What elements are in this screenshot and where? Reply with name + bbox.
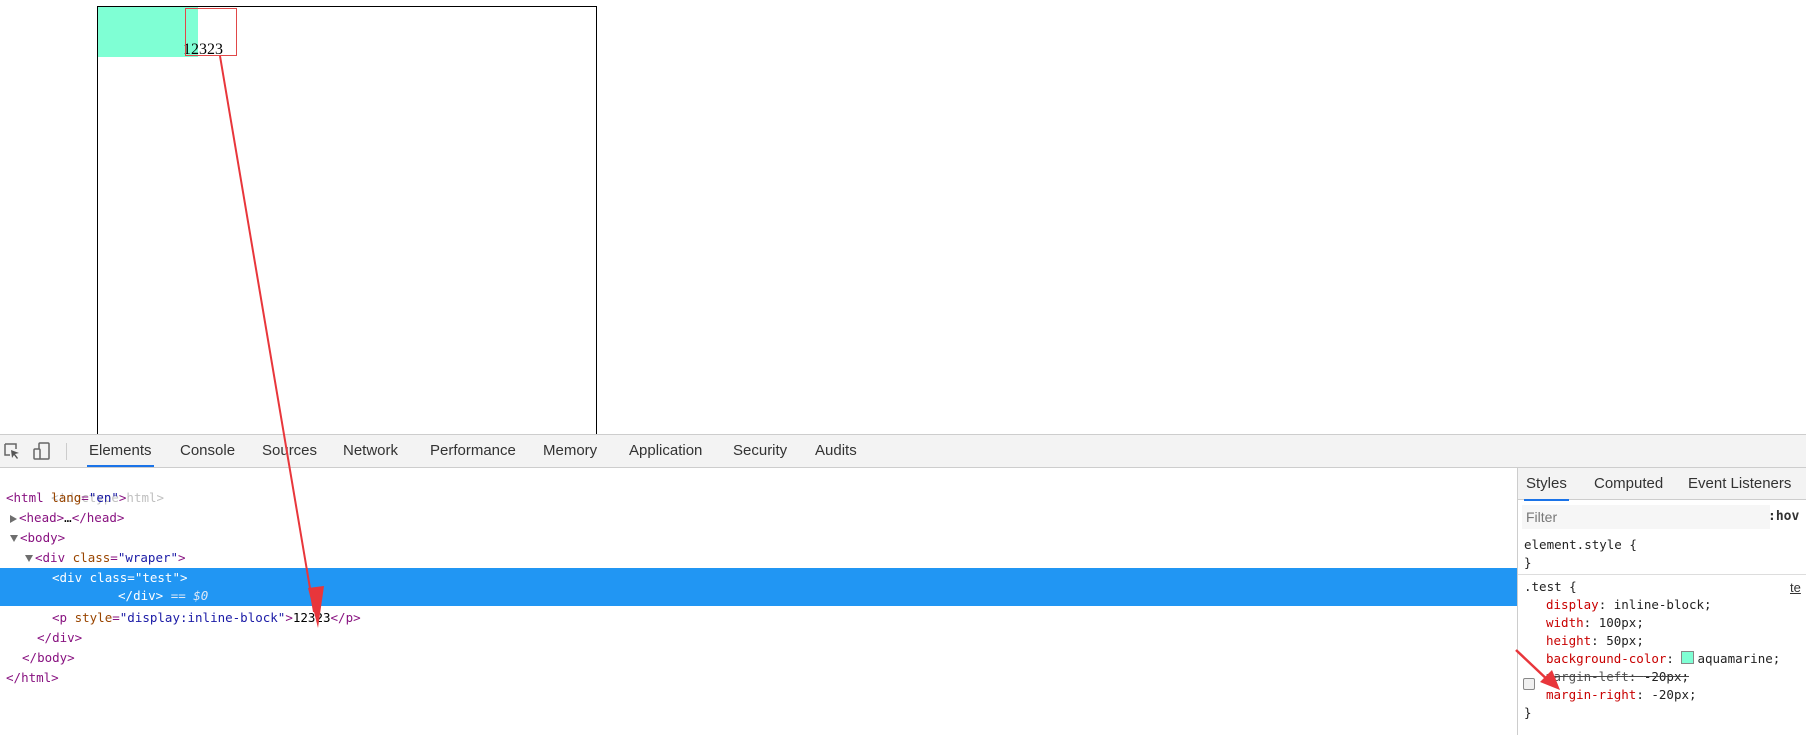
tab-memory[interactable]: Memory <box>541 435 599 467</box>
p-text-node: 12323 <box>292 610 331 625</box>
body-tag-name: body <box>27 530 58 545</box>
tab-network[interactable]: Network <box>341 435 400 467</box>
css-decl-height[interactable]: height: 50px; <box>1546 632 1806 650</box>
tab-computed[interactable]: Computed <box>1592 468 1665 499</box>
p-close-tag-name: p <box>345 610 354 625</box>
class-attr-name: class <box>72 550 111 565</box>
html-lang-value: "en" <box>88 490 119 505</box>
tab-sources[interactable]: Sources <box>260 435 319 467</box>
class-attr-name: class <box>89 570 128 585</box>
test-rule-close-brace: } <box>1524 705 1532 720</box>
inspect-element-icon[interactable] <box>2 441 22 461</box>
dom-node-div-test-close[interactable]: </div> == $0 <box>0 586 1517 606</box>
sidebar-tabs: Styles Computed Event Listeners <box>1518 468 1806 501</box>
div-close-tag-name: div <box>133 588 156 603</box>
expand-triangle-icon[interactable] <box>10 514 17 523</box>
test-rule-selector[interactable]: .test { <box>1524 578 1806 596</box>
p-tag-name: p <box>59 610 68 625</box>
color-swatch-icon[interactable] <box>1681 651 1695 664</box>
dom-node-div-wraper-close[interactable]: </div> <box>0 628 1517 648</box>
element-style-close-brace: } <box>1524 555 1532 570</box>
css-decl-margin-right[interactable]: margin-right: -20px; <box>1546 686 1806 704</box>
styles-sidebar: Styles Computed Event Listeners :hov ele… <box>1518 468 1806 735</box>
devtools-panel: Elements Console Sources Network Perform… <box>0 434 1806 735</box>
tab-styles[interactable]: Styles <box>1524 468 1569 501</box>
dom-node-body[interactable]: <body> <box>0 528 1517 548</box>
devtools-toolbar: Elements Console Sources Network Perform… <box>0 435 1806 468</box>
hover-state-toggle[interactable]: :hov <box>1768 506 1799 528</box>
css-decl-display[interactable]: display: inline-block; <box>1546 596 1806 614</box>
element-style-selector[interactable]: element.style { <box>1524 536 1806 554</box>
tab-performance[interactable]: Performance <box>428 435 518 467</box>
div-close-tag-name: div <box>52 630 75 645</box>
collapse-triangle-icon[interactable] <box>10 535 18 542</box>
body-close-tag-name: body <box>37 650 68 665</box>
dom-node-html-close[interactable]: </html> <box>0 668 1517 688</box>
device-toolbar-icon[interactable] <box>32 441 52 461</box>
tab-audits[interactable]: Audits <box>813 435 859 467</box>
dom-node-body-close[interactable]: </body> <box>0 648 1517 668</box>
dom-node-html[interactable]: <html lang="en"> <box>0 488 1517 508</box>
css-decl-background-color[interactable]: background-color: aquamarine; <box>1546 650 1806 668</box>
annotation-highlight-rect <box>185 8 237 56</box>
tab-event-listeners[interactable]: Event Listeners <box>1686 468 1793 499</box>
wraper-div-box <box>97 6 597 446</box>
head-tag-name: head <box>26 510 57 525</box>
html-tag-name: html <box>13 490 44 505</box>
div-tag-name: div <box>42 550 66 565</box>
css-decl-width[interactable]: width: 100px; <box>1546 614 1806 632</box>
tab-security[interactable]: Security <box>731 435 789 467</box>
style-attr-name: style <box>74 610 113 625</box>
margin-left-toggle-checkbox[interactable] <box>1523 678 1535 690</box>
test-class-value: "test" <box>134 570 180 585</box>
styles-filter-input[interactable] <box>1522 505 1770 529</box>
tab-console[interactable]: Console <box>178 435 237 467</box>
toolbar-divider <box>66 443 67 460</box>
selected-node-marker: == $0 <box>170 588 209 603</box>
tab-application[interactable]: Application <box>627 435 704 467</box>
div-tag-name: div <box>59 570 83 585</box>
dom-node-p[interactable]: <p style="display:inline-block">12323</p… <box>0 608 1517 628</box>
tab-elements[interactable]: Elements <box>87 435 154 467</box>
elements-dom-tree: <!doctype html> <html lang="en"> <head>…… <box>0 468 1518 735</box>
p-style-value: "display:inline-block" <box>119 610 286 625</box>
wraper-class-value: "wraper" <box>117 550 179 565</box>
html-close-tag-name: html <box>21 670 52 685</box>
dom-node-doctype[interactable]: <!doctype html> <box>0 468 1517 505</box>
rule-source-link[interactable]: te <box>1790 580 1801 595</box>
collapse-triangle-icon[interactable] <box>25 555 33 562</box>
dom-node-head[interactable]: <head>…</head> <box>0 508 1517 528</box>
head-ellipsis: … <box>64 510 72 525</box>
rule-divider <box>1518 574 1806 575</box>
dom-node-div-test-selected[interactable]: <div class="test"> <box>0 568 1517 588</box>
head-close-tag-name: head <box>86 510 117 525</box>
html-lang-attr: lang <box>51 490 82 505</box>
css-decl-margin-left-disabled[interactable]: margin-left: -20px; <box>1546 668 1806 686</box>
dom-node-div-wraper[interactable]: <div class="wraper"> <box>0 548 1517 568</box>
page-viewport: 12323 <box>0 0 1806 446</box>
